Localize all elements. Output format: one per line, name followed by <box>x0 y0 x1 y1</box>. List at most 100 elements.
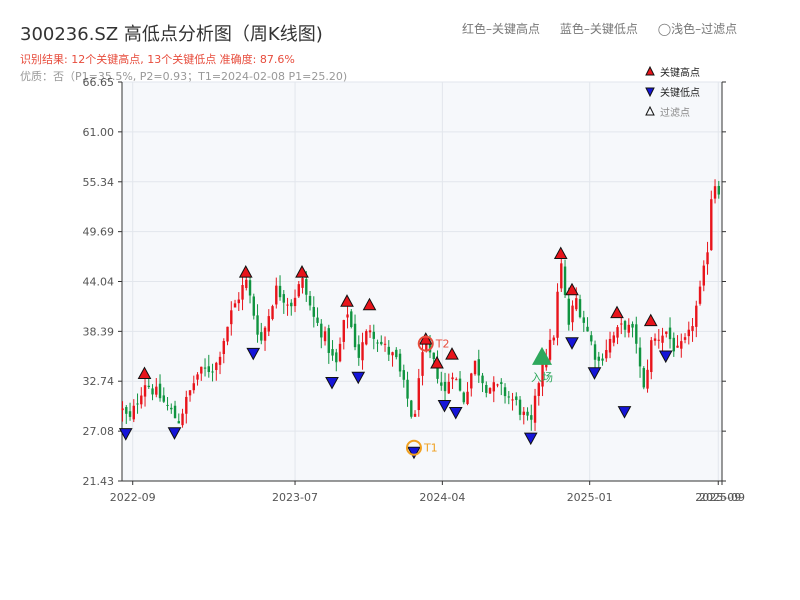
candle-body <box>230 310 233 325</box>
candle-body <box>233 303 237 308</box>
candle-body <box>462 392 465 403</box>
candle-body <box>440 382 443 386</box>
candle-body <box>492 382 495 392</box>
candle-body <box>158 383 162 399</box>
candle-body <box>308 295 312 306</box>
candle-body <box>586 326 589 332</box>
candle-body <box>196 374 199 380</box>
candle-body <box>552 337 555 341</box>
x-tick-label: 2022-09 <box>110 491 156 504</box>
candle-body <box>252 296 255 316</box>
candle-body <box>170 407 173 410</box>
candle-body <box>140 395 143 405</box>
legend-high-icon <box>645 65 655 76</box>
candle-body <box>286 304 289 306</box>
x-tick-label: 2024-04 <box>419 491 465 504</box>
candle-body <box>458 378 462 391</box>
x-tick-label: 2025-01 <box>567 491 613 504</box>
candle-body <box>661 335 664 343</box>
candle-body <box>297 284 300 297</box>
candle-body <box>500 382 503 385</box>
candle-body <box>627 324 630 333</box>
y-tick-label: 27.08 <box>83 425 115 438</box>
candle-body <box>237 299 240 304</box>
candle-body <box>226 326 229 342</box>
candle-body <box>710 199 713 251</box>
candle-body <box>563 266 567 295</box>
candle-body <box>245 279 248 288</box>
candle-body <box>380 341 383 345</box>
candle-body <box>263 327 267 341</box>
candle-body <box>481 375 484 384</box>
candle-body <box>556 291 559 338</box>
candle-body <box>713 186 717 199</box>
candle-body <box>188 390 192 396</box>
candle-body <box>590 335 593 342</box>
candle-body <box>560 263 563 289</box>
candle-body <box>638 347 642 367</box>
y-tick-label: 61.00 <box>83 126 115 139</box>
candle-body <box>383 343 387 345</box>
candle-body <box>548 339 552 360</box>
candle-body <box>631 323 634 328</box>
candle-body <box>698 286 702 304</box>
legend-high-label: 关键高点 <box>660 66 700 79</box>
candle-body <box>443 381 447 392</box>
candle-body <box>571 305 574 323</box>
candle-body <box>143 385 147 397</box>
candle-body <box>451 377 454 380</box>
candle-body <box>537 383 540 396</box>
candle-body <box>357 344 360 358</box>
y-tick-label: 32.74 <box>83 375 115 388</box>
candle-body <box>668 327 672 340</box>
candle-body <box>676 345 679 348</box>
candle-body <box>646 369 649 389</box>
candle-body <box>470 373 473 389</box>
candle-body <box>290 302 293 307</box>
candle-body <box>593 344 597 360</box>
candle-body <box>635 324 638 344</box>
candle-body <box>293 297 297 307</box>
candle-body <box>455 379 458 381</box>
y-tick-label: 55.34 <box>83 176 115 189</box>
candle-body <box>353 323 357 348</box>
candle-body <box>331 349 334 356</box>
candle-body <box>335 352 338 363</box>
candle-body <box>608 338 612 353</box>
candle-body <box>316 317 319 323</box>
candle-body <box>406 379 409 399</box>
candle-body <box>365 331 368 345</box>
candle-body <box>320 323 323 338</box>
candle-body <box>665 331 668 334</box>
candle-body <box>162 395 165 402</box>
candle-body <box>650 340 653 373</box>
candle-body <box>372 331 375 339</box>
candle-body <box>623 321 627 330</box>
candle-body <box>702 265 705 286</box>
candle-body <box>717 185 720 195</box>
candle-body <box>447 381 450 394</box>
candle-body <box>473 360 477 375</box>
candle-body <box>346 314 349 318</box>
candle-body <box>136 403 139 405</box>
candle-body <box>166 404 169 406</box>
candle-body <box>128 411 132 417</box>
candle-body <box>605 350 608 359</box>
candle-body <box>215 362 218 371</box>
candle-body <box>271 306 274 320</box>
candle-body <box>402 370 405 380</box>
candle-body <box>282 294 285 303</box>
y-tick-label: 21.43 <box>83 475 115 488</box>
candle-body <box>530 415 533 420</box>
candle-body <box>410 400 413 417</box>
candle-body <box>391 352 394 356</box>
entry-label: 入场 <box>531 370 553 384</box>
candle-body <box>395 349 398 358</box>
candle-body <box>612 335 615 343</box>
candle-body <box>417 378 420 411</box>
candle-body <box>695 305 698 327</box>
candle-body <box>312 306 315 317</box>
candle-body <box>181 413 184 426</box>
candle-body <box>376 342 379 344</box>
t-point-label: T2 <box>435 338 450 351</box>
